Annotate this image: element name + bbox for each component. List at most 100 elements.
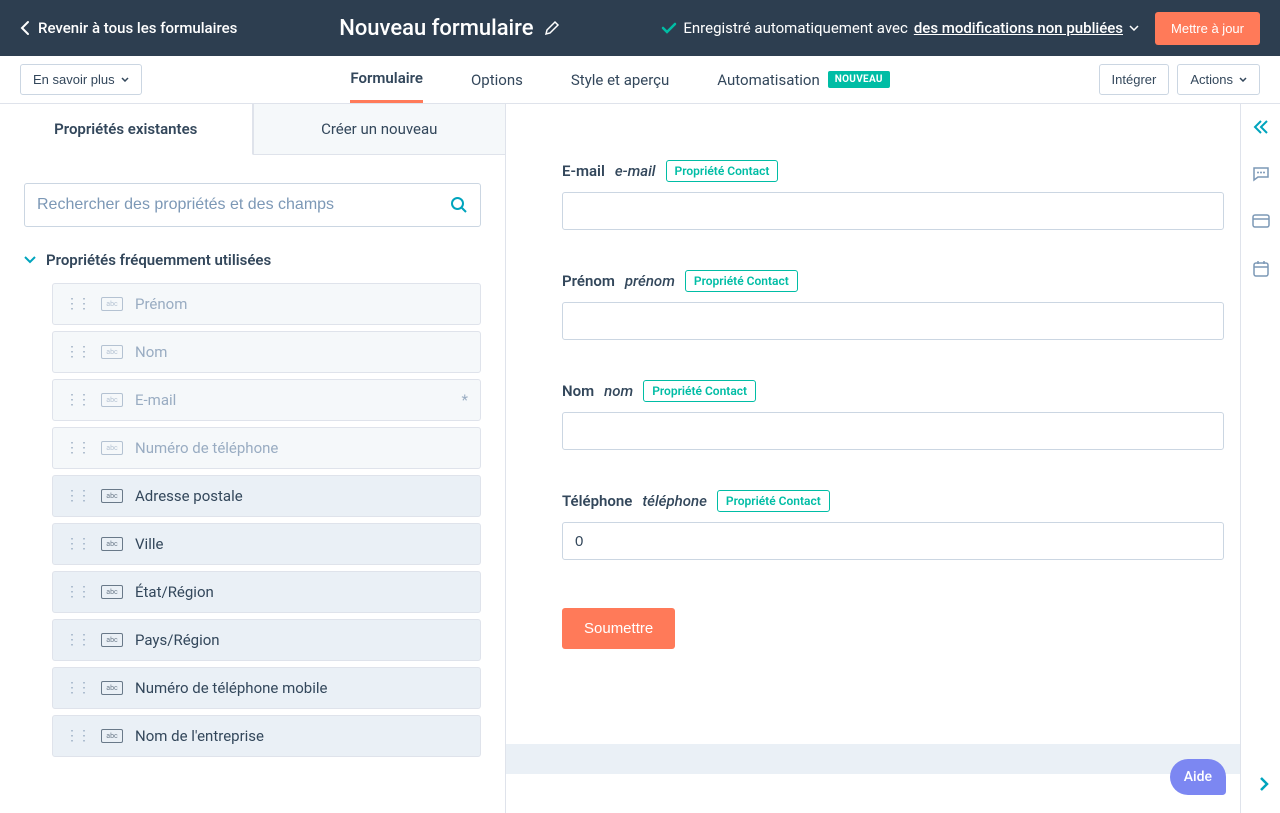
submit-button[interactable]: Soumettre	[562, 608, 675, 649]
right-rail	[1240, 104, 1280, 813]
form-field: Téléphone téléphone Propriété Contact	[562, 490, 1224, 560]
card-icon[interactable]	[1252, 214, 1270, 228]
field-label-row: Téléphone téléphone Propriété Contact	[562, 490, 1224, 512]
chevron-left-icon	[20, 20, 30, 36]
property-label: Adresse postale	[135, 487, 243, 505]
drag-handle-icon: ⋮⋮	[65, 392, 89, 408]
calendar-icon[interactable]	[1252, 260, 1270, 278]
tab-create-new[interactable]: Créer un nouveau	[253, 104, 506, 155]
learn-more-button[interactable]: En savoir plus	[20, 64, 142, 95]
caret-down-icon[interactable]	[1129, 25, 1139, 31]
toolbar: En savoir plus Formulaire Options Style …	[0, 56, 1280, 104]
toolbar-right: Intégrer Actions	[1099, 64, 1260, 95]
drag-handle-icon: ⋮⋮	[65, 296, 89, 312]
integrate-button[interactable]: Intégrer	[1099, 64, 1170, 95]
tab-automation-label: Automatisation	[717, 71, 819, 89]
tab-style[interactable]: Style et aperçu	[571, 56, 669, 103]
caret-down-icon	[121, 77, 129, 82]
actions-button[interactable]: Actions	[1177, 64, 1260, 95]
property-item[interactable]: ⋮⋮ abc Numéro de téléphone mobile	[52, 667, 481, 709]
field-input[interactable]	[562, 412, 1224, 450]
form-field: E-mail e-mail Propriété Contact	[562, 160, 1224, 230]
field-label-row: Nom nom Propriété Contact	[562, 380, 1224, 402]
drag-handle-icon[interactable]: ⋮⋮	[65, 680, 89, 696]
property-label: Numéro de téléphone	[135, 439, 278, 457]
actions-label: Actions	[1190, 72, 1233, 87]
top-bar: Revenir à tous les formulaires Nouveau f…	[0, 0, 1280, 56]
search-wrap	[0, 155, 505, 251]
caret-down-icon	[1239, 77, 1247, 82]
form-field: Nom nom Propriété Contact	[562, 380, 1224, 450]
caret-down-icon	[24, 256, 36, 264]
search-box[interactable]	[24, 183, 481, 227]
tab-options[interactable]: Options	[471, 56, 523, 103]
property-item: ⋮⋮ abc Nom	[52, 331, 481, 373]
search-input[interactable]	[37, 196, 450, 214]
tab-automation[interactable]: Automatisation NOUVEAU	[717, 56, 889, 103]
property-label: Numéro de téléphone mobile	[135, 679, 327, 697]
new-badge: NOUVEAU	[828, 71, 890, 88]
tab-formulaire[interactable]: Formulaire	[350, 56, 423, 103]
text-field-icon: abc	[101, 537, 123, 551]
field-slug: téléphone	[642, 492, 707, 510]
unpublished-link[interactable]: des modifications non publiées	[914, 19, 1123, 37]
text-field-icon: abc	[101, 345, 123, 359]
drag-handle-icon[interactable]: ⋮⋮	[65, 536, 89, 552]
update-button[interactable]: Mettre à jour	[1155, 12, 1260, 45]
property-item[interactable]: ⋮⋮ abc Adresse postale	[52, 475, 481, 517]
property-label: Pays/Région	[135, 631, 220, 649]
text-field-icon: abc	[101, 441, 123, 455]
bottom-panel	[506, 774, 1280, 813]
main-nav: Formulaire Options Style et aperçu Autom…	[142, 56, 1099, 103]
help-button[interactable]: Aide	[1170, 759, 1226, 795]
text-field-icon: abc	[101, 489, 123, 503]
drag-handle-icon: ⋮⋮	[65, 440, 89, 456]
field-label-row: Prénom prénom Propriété Contact	[562, 270, 1224, 292]
property-item[interactable]: ⋮⋮ abc État/Région	[52, 571, 481, 613]
drag-handle-icon[interactable]: ⋮⋮	[65, 728, 89, 744]
check-icon	[661, 20, 677, 36]
property-item: ⋮⋮ abc Prénom	[52, 283, 481, 325]
back-link[interactable]: Revenir à tous les formulaires	[20, 19, 237, 37]
page-title: Nouveau formulaire	[339, 16, 533, 41]
form-canvas: E-mail e-mail Propriété Contact Prénom p…	[506, 104, 1280, 813]
text-field-icon: abc	[101, 585, 123, 599]
text-field-icon: abc	[101, 297, 123, 311]
field-input[interactable]	[562, 302, 1224, 340]
contact-property-tag: Propriété Contact	[643, 380, 756, 402]
property-item: ⋮⋮ abc E-mail *	[52, 379, 481, 421]
chevron-right-icon[interactable]	[1258, 775, 1270, 793]
collapse-icon[interactable]	[1252, 120, 1270, 134]
form-panel: E-mail e-mail Propriété Contact Prénom p…	[506, 104, 1280, 744]
sidebar-tabs: Propriétés existantes Créer un nouveau	[0, 104, 505, 155]
learn-more-label: En savoir plus	[33, 72, 115, 87]
property-item[interactable]: ⋮⋮ abc Ville	[52, 523, 481, 565]
field-slug: prénom	[625, 272, 675, 290]
property-item[interactable]: ⋮⋮ abc Nom de l'entreprise	[52, 715, 481, 757]
property-label: Nom	[135, 343, 167, 361]
text-field-icon: abc	[101, 681, 123, 695]
field-input[interactable]	[562, 522, 1224, 560]
text-field-icon: abc	[101, 729, 123, 743]
field-slug: e-mail	[615, 162, 656, 180]
section-title: Propriétés fréquemment utilisées	[46, 251, 271, 269]
contact-property-tag: Propriété Contact	[666, 160, 779, 182]
property-label: Prénom	[135, 295, 187, 313]
drag-handle-icon: ⋮⋮	[65, 344, 89, 360]
section-header[interactable]: Propriétés fréquemment utilisées	[0, 251, 505, 283]
save-status: Enregistré automatiquement avec des modi…	[661, 19, 1139, 37]
tab-existing-properties[interactable]: Propriétés existantes	[0, 104, 253, 155]
sidebar: Propriétés existantes Créer un nouveau P…	[0, 104, 506, 813]
drag-handle-icon[interactable]: ⋮⋮	[65, 488, 89, 504]
text-field-icon: abc	[101, 633, 123, 647]
comment-icon[interactable]	[1252, 166, 1270, 182]
field-input[interactable]	[562, 192, 1224, 230]
drag-handle-icon[interactable]: ⋮⋮	[65, 632, 89, 648]
pencil-icon[interactable]	[544, 20, 560, 36]
property-list: ⋮⋮ abc Prénom ⋮⋮ abc Nom ⋮⋮ abc E-mail *…	[0, 283, 505, 763]
drag-handle-icon[interactable]: ⋮⋮	[65, 584, 89, 600]
main-area: Propriétés existantes Créer un nouveau P…	[0, 104, 1280, 813]
search-icon[interactable]	[450, 196, 468, 214]
title-wrap: Nouveau formulaire	[237, 16, 661, 41]
property-item[interactable]: ⋮⋮ abc Pays/Région	[52, 619, 481, 661]
